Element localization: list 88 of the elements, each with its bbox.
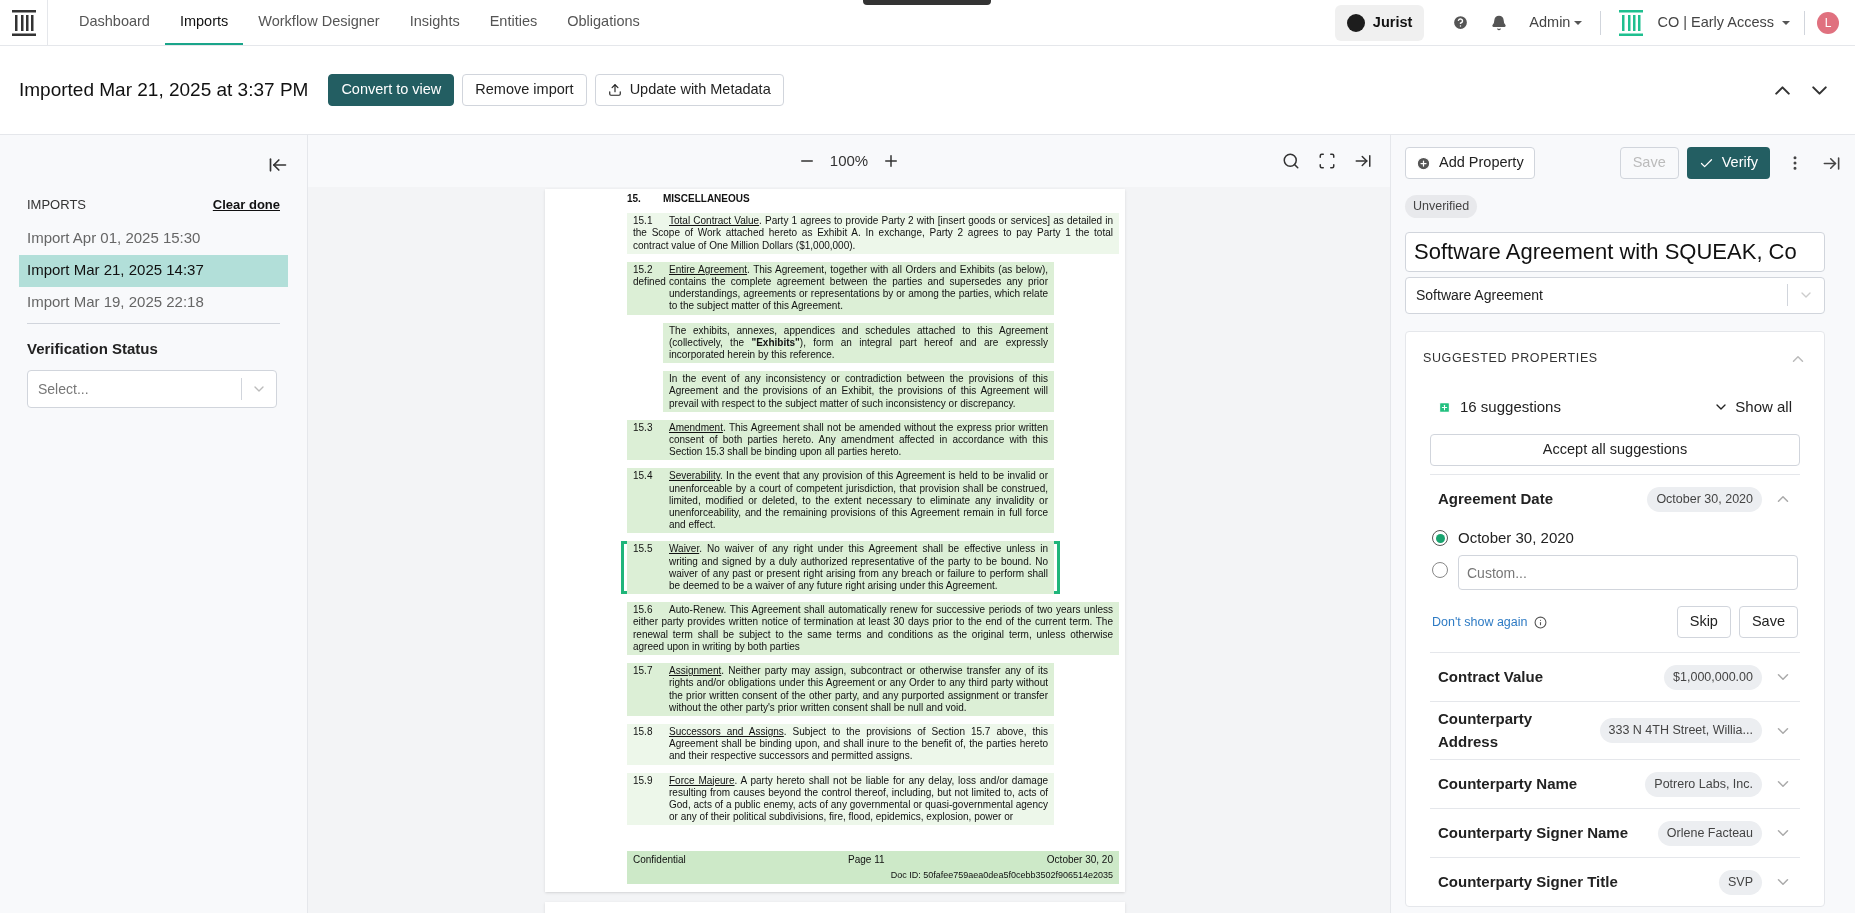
nav-tab[interactable]: Workflow Designer: [243, 0, 395, 45]
document-type-select[interactable]: Software Agreement: [1405, 276, 1825, 314]
property-label: Counterparty Address: [1438, 709, 1534, 752]
property-value: SVP: [1719, 869, 1762, 895]
upload-icon: [607, 83, 622, 97]
nav-tab[interactable]: Dashboard: [64, 0, 165, 45]
clause-paragraph: 15.4 Severability. In the event that any provision of this Agreement is held to be invalid or unenforceable by a court of competent jurisdiction, that provision shall be construed, limited, modified or deleted, to the extent necessary to eliminate any invalidity or unenforceability, and the remaining provisions of this Agreement remain in full force and effect.: [627, 468, 1054, 534]
clause-heading: Severability: [669, 470, 720, 482]
filter-label: Verification Status: [26, 338, 159, 359]
clause-heading: Amendment: [669, 421, 723, 433]
header-button[interactable]: Convert to view: [328, 74, 455, 106]
property-label: Agreement Date: [1438, 489, 1555, 509]
notifications-icon[interactable]: [1491, 14, 1508, 31]
nav-tab[interactable]: Insights: [394, 0, 475, 45]
property-value: $1,000,000.00: [1664, 664, 1762, 690]
clause-paragraph: 15.6 Auto-Renew. This Agreement shall automatically renew for successive periods of two years unless either party provides written notice of termination at least 30 days prior to the end of the current term. The renewal term shall be subject to the same terms and conditions as the original term, unless otherwise agreed upon in writing by both parties: [627, 602, 1119, 656]
clause-paragraph: The exhibits, annexes, appendices and schedules attached to this Agreement (collectively, the "Exhibits"), form an integral part hereof and are expressly incorporated herein by this reference.: [663, 322, 1054, 364]
section-number: 15.: [627, 193, 642, 206]
option-label: October 30, 2020: [1458, 528, 1574, 548]
select-value: Software Agreement: [1415, 285, 1544, 305]
workspace-menu[interactable]: CO | Early Access: [1657, 11, 1790, 34]
import-title: Imported Mar 21, 2025 at 3:37 PM: [19, 77, 309, 102]
property-label: Contract Value: [1438, 667, 1545, 687]
header-button[interactable]: Update with Metadata: [594, 74, 784, 106]
import-item[interactable]: Import Mar 19, 2025 22:18: [19, 286, 288, 319]
property-label: Counterparty Signer Name: [1438, 823, 1630, 843]
import-item[interactable]: Import Apr 01, 2025 15:30: [19, 222, 288, 255]
footer-text: Page 11: [848, 854, 885, 867]
property-label: Counterparty Signer Title: [1438, 872, 1619, 892]
workspace-logo: [1619, 9, 1644, 36]
clause-paragraph: 15.5 Waiver. No waiver of any right under this Agreement shall be effective unless in writing and signed by a duly authorized representative of the party to be bound. No waiver of any past or present right arising from any breach or failure to perform shall be deemed to be a waiver of any future right arising under this Agreement.: [627, 541, 1054, 595]
clause-heading: Force Majeure: [669, 774, 735, 786]
account-menu[interactable]: Admin: [1529, 11, 1583, 34]
suggestion-action-button[interactable]: Save: [1738, 606, 1798, 639]
clause-paragraph: 15.1 Total Contract Value. Party 1 agrees to provide Party 2 with [insert goods or services] as detailed in the Scope of Work attached hereto as Exhibit A. In exchange, Party 2 agrees to pay Party 1 the total contract value of One Million Dollars ($1,000,000).: [627, 213, 1119, 254]
property-value: 333 N 4TH Street, Willia...: [1599, 718, 1762, 744]
accept-all-button[interactable]: Accept all suggestions: [1430, 434, 1800, 467]
assistant-button[interactable]: Jurist: [1334, 4, 1425, 41]
nav-tab[interactable]: Obligations: [552, 0, 655, 45]
clause-heading: Successors and Assigns: [669, 725, 784, 737]
suggestion-count: 16 suggestions: [1460, 396, 1561, 417]
clear-done-link[interactable]: Clear done: [212, 195, 280, 215]
card-heading: SUGGESTED PROPERTIES: [1423, 350, 1598, 368]
help-icon[interactable]: [1452, 14, 1470, 31]
clause-paragraph: In the event of any inconsistency or contradiction between the provisions of this Agreement and the provisions of an Exhibit, the provisions of this Agreement will prevail with respect to the subject matter of such inconsistency or discrepancy.: [663, 371, 1054, 412]
app-logo: [11, 9, 36, 36]
clause-paragraph: 15.9 Force Majeure. A party hereto shall not be liable for any delay, loss and/or damage resulting from causes beyond the control thereof, including, but not limited to, acts of God, acts of a public enemy, acts of any governmental or quasi-governmental agency or any of their political subdivisions, fire, flood, epidemics, explosion, power or: [627, 772, 1054, 826]
status-badge: Unverified: [1405, 195, 1478, 218]
select-placeholder: Select...: [37, 379, 90, 399]
header-button[interactable]: Remove import: [462, 74, 587, 106]
custom-value-field[interactable]: Custom...: [1458, 555, 1798, 591]
verification-select[interactable]: Select...: [27, 370, 277, 408]
assistant-icon: [1346, 13, 1365, 32]
verify-button[interactable]: Verify: [1686, 147, 1770, 179]
collapse-icon[interactable]: [1354, 152, 1372, 170]
footer-text: Confidential: [633, 854, 686, 867]
import-item[interactable]: Import Mar 21, 2025 14:37: [19, 254, 288, 287]
property-label: Counterparty Name: [1438, 774, 1579, 794]
info-icon[interactable]: [1533, 615, 1547, 629]
property-value: Potrero Labs, Inc.: [1645, 771, 1762, 797]
nav-tab[interactable]: Entities: [474, 0, 553, 45]
clause-paragraph: 15.8 Successors and Assigns. Subject to the provisions of Section 15.7 above, this Agreement shall be binding upon, and shall inure to the benefit of, the parties hereto and their respective successors and permitted assigns.: [627, 723, 1054, 765]
selection-bracket: [1054, 541, 1060, 595]
show-all-button[interactable]: Show all: [1713, 395, 1792, 419]
collapse-icon[interactable]: [268, 155, 288, 175]
property-value: October 30, 2020: [1647, 486, 1762, 512]
clause-paragraph: 15.3 Amendment. This Agreement shall not be amended without the express prior written consent of both parties hereto. Any amendment affected in accordance with this Section 15.3 shall be binding upon all parties hereto.: [627, 419, 1054, 461]
add-property-button[interactable]: Add Property: [1405, 147, 1535, 179]
section-title: MISCELLANEOUS: [663, 193, 750, 206]
clause-paragraph: 15.2 defined Entire Agreement. This Agreement, together with all Orders and Exhibits (as below), contains the complete agreement between the parties and supersedes any prior understandings, agreements or representations by or among the parties, which relate to the subject matter of this Agreement.: [627, 261, 1054, 315]
plus-circle-icon: [1416, 155, 1431, 171]
radio-button[interactable]: [1432, 530, 1448, 547]
caret-icon: [1574, 20, 1583, 25]
caret-icon: [1782, 20, 1790, 25]
radio-button[interactable]: [1432, 562, 1448, 579]
document-title-field[interactable]: Software Agreement with SQUEAK, Co: [1405, 231, 1825, 272]
search-icon[interactable]: [1282, 152, 1300, 170]
imports-heading: IMPORTS: [27, 196, 86, 214]
zoom-level: 100%: [829, 150, 869, 171]
footer-text: October 30, 20: [1046, 854, 1113, 867]
dont-show-again-link[interactable]: Don't show again: [1432, 612, 1528, 632]
clause-heading: Waiver: [669, 543, 700, 555]
footer-text: Doc ID: 50fafee759aea0dea5f0cebb3502f906514e2035: [890, 868, 1113, 881]
plus-square-icon: [1438, 400, 1451, 414]
fit-page-icon[interactable]: [1318, 152, 1336, 170]
property-value: Orlene Facteau: [1657, 820, 1762, 846]
clause-paragraph: 15.7 Assignment. Neither party may assign, subcontract or otherwise transfer any of its rights and/or obligations under this Agreement or any Order to any third party without the prior written consent of the other party, and any purported assignment or transfer without the other party's prior written consent shall be null and void.: [627, 663, 1054, 716]
suggestion-action-button[interactable]: Skip: [1676, 606, 1731, 639]
